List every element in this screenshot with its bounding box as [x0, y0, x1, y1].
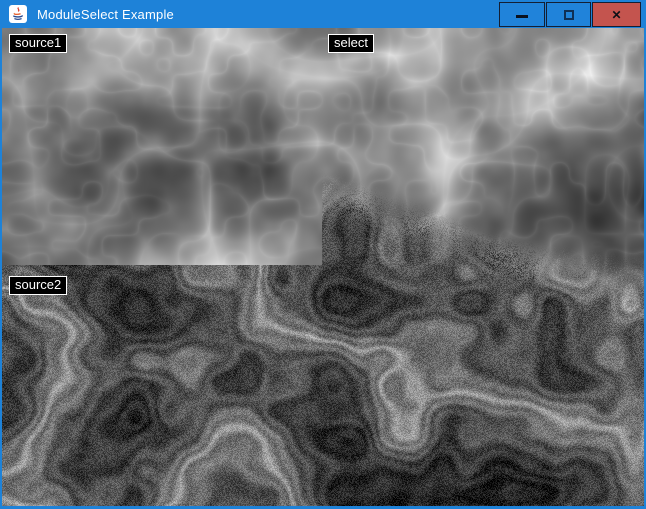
app-window: ModuleSelect Example ✕ source1 select so…	[0, 0, 646, 509]
window-title: ModuleSelect Example	[37, 7, 174, 22]
close-icon: ✕	[611, 9, 621, 21]
minimize-icon	[516, 15, 528, 18]
window-controls: ✕	[499, 2, 641, 27]
render-viewport: source1 select source2	[2, 28, 644, 506]
close-button[interactable]: ✕	[592, 2, 641, 27]
minimize-button[interactable]	[499, 2, 545, 27]
label-source1: source1	[9, 34, 67, 53]
titlebar[interactable]: ModuleSelect Example ✕	[0, 0, 646, 28]
source1-render-canvas	[2, 28, 322, 265]
label-source2: source2	[9, 276, 67, 295]
maximize-icon	[564, 10, 574, 20]
java-app-icon	[9, 5, 27, 23]
source2-render-canvas	[2, 265, 322, 506]
maximize-button[interactable]	[546, 2, 591, 27]
label-select: select	[328, 34, 374, 53]
